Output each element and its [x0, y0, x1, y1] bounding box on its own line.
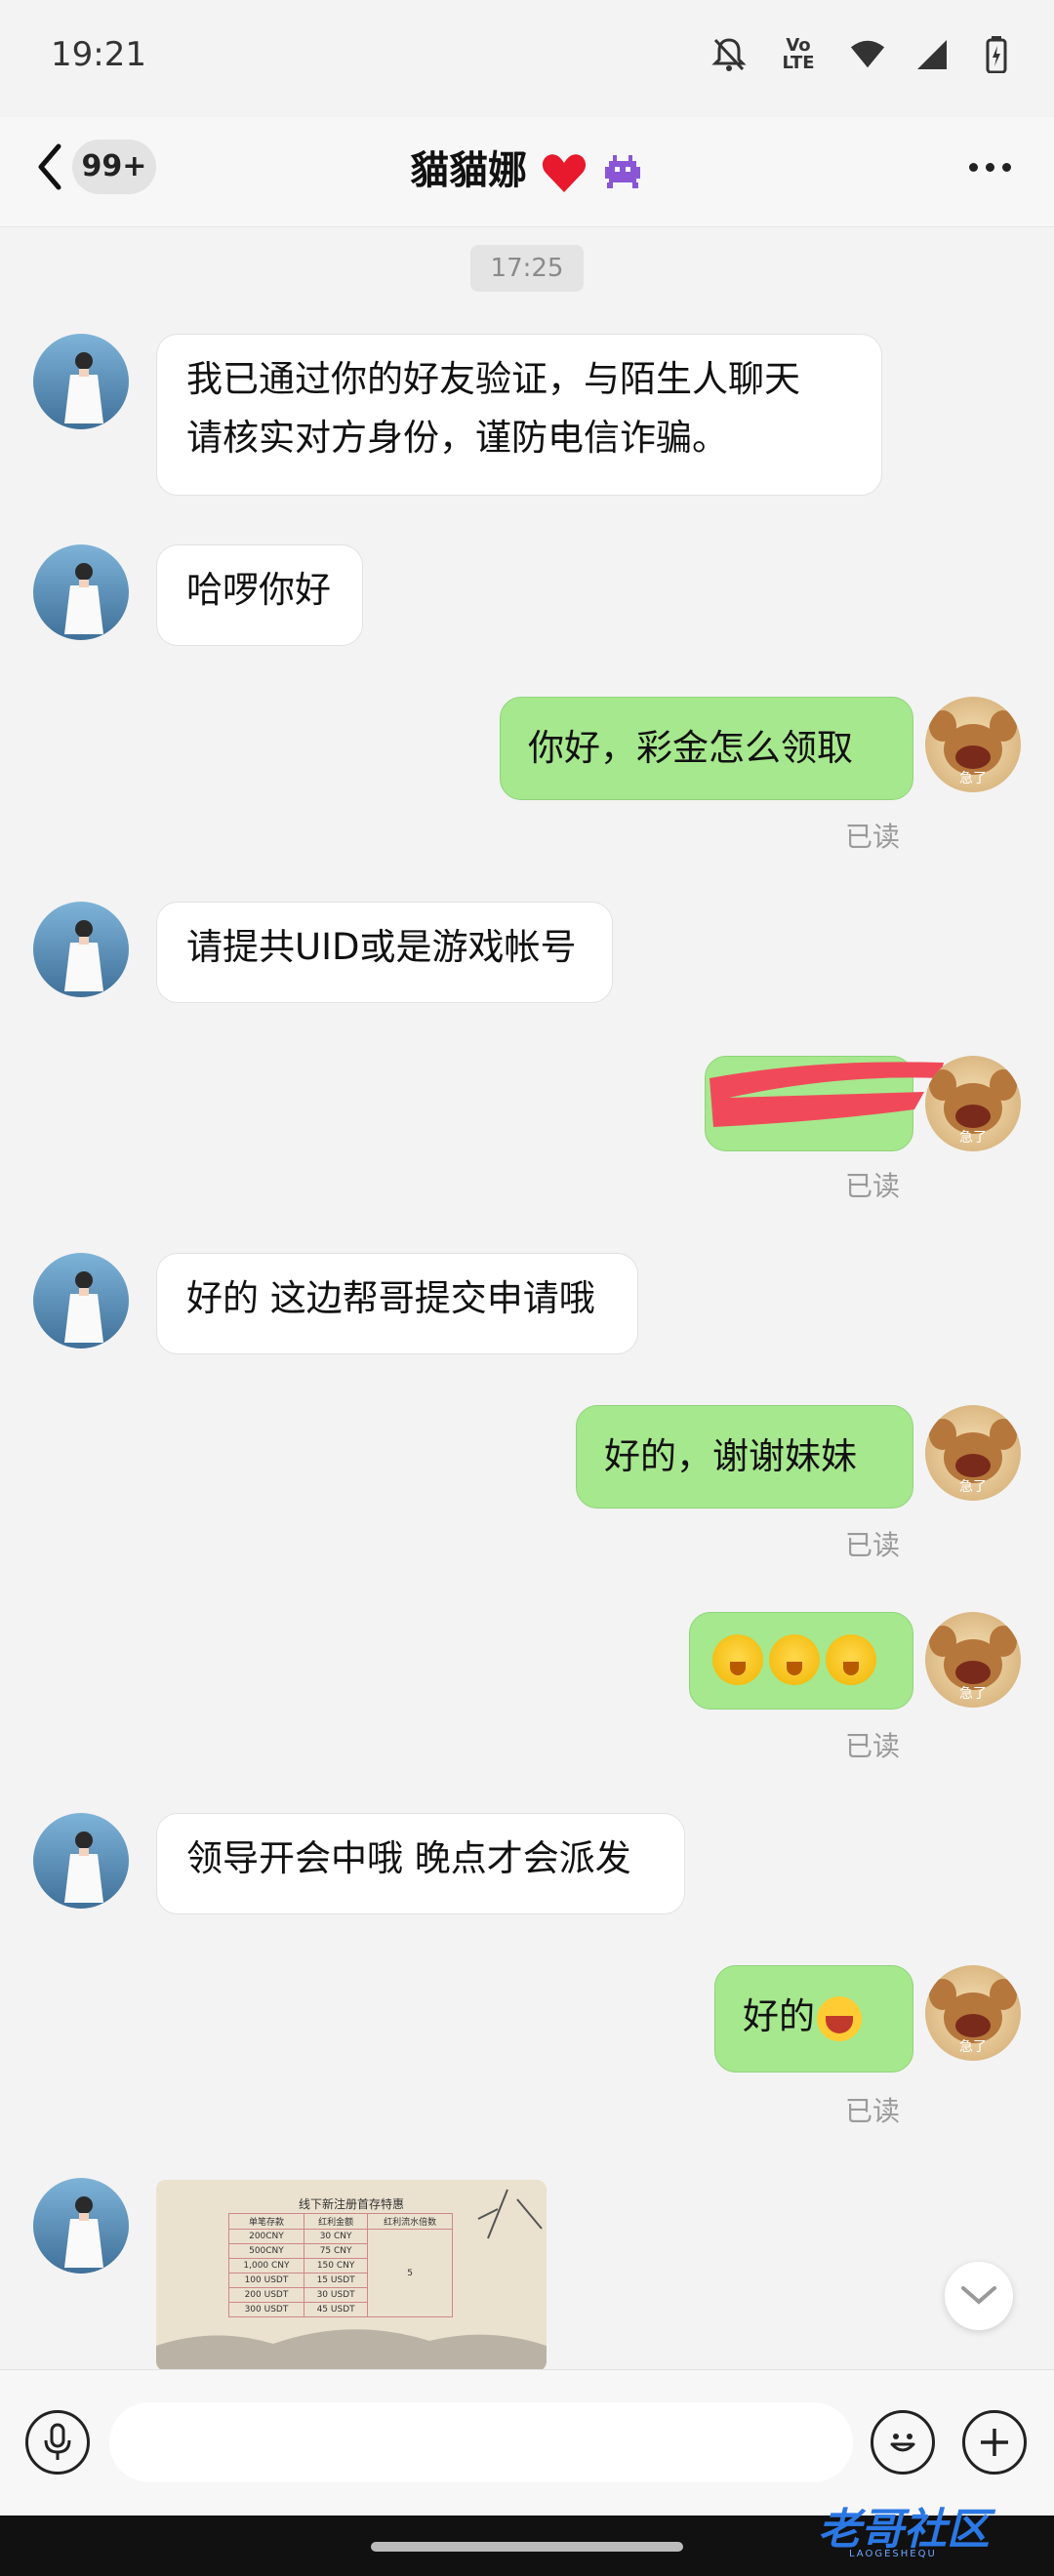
avatar-caption: 急了 — [959, 1479, 987, 1495]
read-receipt: 已读 — [845, 1170, 901, 1202]
my-avatar[interactable]: 急了 — [925, 1612, 1021, 1708]
read-receipt: 已读 — [845, 1529, 901, 1561]
message-text: 好的 这边帮哥提交申请哦 — [186, 1277, 595, 1319]
promo-cell: 150 CNY — [303, 2258, 369, 2274]
more-dot-icon — [985, 162, 994, 172]
avatar-caption: 急了 — [959, 1686, 987, 1702]
scroll-to-bottom-button[interactable] — [945, 2262, 1013, 2330]
message-bubble-incoming[interactable]: 好的 这边帮哥提交申请哦 — [156, 1253, 638, 1354]
status-time: 19:21 — [51, 35, 146, 74]
watermark-subtext: LAOGESHEQU — [849, 2549, 937, 2559]
chat-title: 貓貓娜 — [0, 139, 1054, 195]
message-bubble-incoming[interactable]: 哈啰你好 — [156, 544, 363, 646]
promo-image-message[interactable]: 线下新注册首存特惠 单笔存款 红利金额 红利流水倍数 200CNY 30 CNY 5… — [156, 2180, 547, 2371]
my-avatar[interactable]: 急了 — [925, 1965, 1021, 2061]
promo-cell: 200CNY — [228, 2229, 304, 2244]
more-dot-icon — [968, 162, 978, 172]
voice-input-button[interactable] — [25, 2410, 90, 2475]
promo-cell: 500CNY — [228, 2243, 304, 2259]
message-line: 请核实对方身份，谨防电信诈骗。 — [186, 417, 728, 459]
message-text: 好的 — [743, 1995, 815, 2037]
volte-icon: Vo LTE — [775, 35, 822, 74]
promo-header: 红利金额 — [303, 2213, 369, 2230]
promo-cell: 75 CNY — [303, 2243, 369, 2259]
promo-cell: 45 USDT — [303, 2302, 369, 2317]
promo-cell: 30 USDT — [303, 2287, 369, 2303]
more-actions-button[interactable] — [962, 2410, 1027, 2475]
wifi-icon — [849, 35, 886, 74]
mute-bell-icon — [710, 35, 748, 74]
signal-icon — [913, 35, 951, 74]
message-line: 我已通过你的好友验证，与陌生人聊天 — [186, 358, 800, 400]
read-receipt: 已读 — [845, 1730, 901, 1762]
status-bar: 19:21 Vo LTE — [0, 0, 1054, 117]
status-icons: Vo LTE — [710, 35, 1015, 74]
promo-cell: 200 USDT — [228, 2287, 304, 2303]
promo-table: 单笔存款 红利金额 红利流水倍数 200CNY 30 CNY 5 500CNY 75 … — [228, 2213, 453, 2317]
promo-header: 单笔存款 — [228, 2213, 304, 2230]
my-avatar[interactable]: 急了 — [925, 1405, 1021, 1501]
promo-cell: 15 USDT — [303, 2273, 369, 2288]
message-text: 好的，谢谢妹妹 — [604, 1435, 857, 1477]
message-bubble-incoming[interactable]: 我已通过你的好友验证，与陌生人聊天 请核实对方身份，谨防电信诈骗。 — [156, 334, 882, 496]
avatar-caption: 急了 — [959, 2039, 987, 2055]
chat-title-text: 貓貓娜 — [410, 148, 528, 193]
emoji-button[interactable] — [871, 2410, 935, 2475]
message-bubble-outgoing-emoji[interactable] — [689, 1612, 913, 1710]
message-text: 你好，彩金怎么领取 — [528, 727, 853, 769]
message-bubble-incoming[interactable]: 领导开会中哦 晚点才会派发 — [156, 1813, 685, 1914]
message-text: 请提共UID或是游戏帐号 — [186, 926, 577, 968]
message-text: 领导开会中哦 晚点才会派发 — [186, 1837, 631, 1879]
read-receipt: 已读 — [845, 2095, 901, 2127]
promo-header: 红利流水倍数 — [367, 2213, 453, 2230]
more-options-button[interactable] — [960, 142, 1019, 191]
message-bubble-outgoing[interactable]: 好的，谢谢妹妹 — [576, 1405, 913, 1509]
flushed-face-icon — [769, 1633, 820, 1685]
contact-avatar[interactable] — [33, 902, 129, 997]
avatar-caption: 急了 — [959, 1130, 987, 1146]
promo-multiplier: 5 — [367, 2229, 453, 2317]
promo-cell: 100 USDT — [228, 2273, 304, 2288]
contact-avatar[interactable] — [33, 1253, 129, 1348]
message-bubble-outgoing[interactable]: 好的 — [714, 1965, 913, 2073]
home-indicator[interactable] — [371, 2542, 683, 2552]
message-bubble-outgoing[interactable]: 你好，彩金怎么领取 — [500, 697, 913, 800]
watermark-logo: 老哥社区 — [818, 2505, 990, 2555]
redaction-scribble — [709, 1062, 944, 1127]
alien-monster-icon — [604, 155, 640, 188]
message-input[interactable] — [109, 2402, 853, 2482]
contact-avatar[interactable] — [33, 544, 129, 640]
battery-icon — [978, 35, 1015, 74]
time-divider: 17:25 — [470, 245, 584, 292]
promo-cell: 30 CNY — [303, 2229, 369, 2244]
read-receipt: 已读 — [845, 821, 901, 853]
microphone-icon — [44, 2423, 71, 2460]
contact-avatar[interactable] — [33, 1813, 129, 1909]
my-avatar[interactable]: 急了 — [925, 697, 1021, 792]
contact-avatar[interactable] — [33, 2178, 129, 2274]
promo-title: 线下新注册首存特惠 — [298, 2197, 404, 2211]
message-bubble-outgoing-redacted[interactable] — [705, 1056, 944, 1151]
message-text: 哈啰你好 — [186, 569, 331, 611]
red-heart-icon — [542, 154, 587, 192]
my-avatar[interactable]: 急了 — [925, 1056, 1021, 1151]
more-dot-icon — [1001, 162, 1011, 172]
promo-cell: 300 USDT — [228, 2302, 304, 2317]
contact-avatar[interactable] — [33, 334, 129, 429]
volte-text: Vo LTE — [782, 35, 815, 73]
promo-cell: 1,000 CNY — [228, 2258, 304, 2274]
smiley-icon — [890, 2434, 915, 2452]
plus-icon — [981, 2429, 1008, 2456]
flushed-face-icon — [712, 1633, 763, 1685]
message-bubble-incoming[interactable]: 请提共UID或是游戏帐号 — [156, 902, 613, 1003]
chevron-down-icon — [961, 2286, 996, 2305]
flushed-face-icon — [826, 1633, 876, 1685]
avatar-caption: 急了 — [959, 771, 987, 786]
laughing-face-icon — [817, 1995, 862, 2041]
